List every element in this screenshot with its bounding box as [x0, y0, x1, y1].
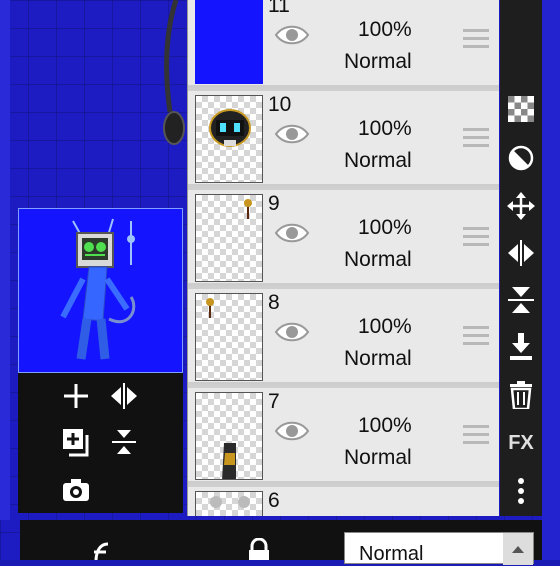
visibility-eye-icon[interactable]	[274, 418, 310, 444]
clipping-icon[interactable]	[86, 538, 116, 561]
delete-icon[interactable]	[504, 378, 538, 412]
fx-label: FX	[508, 431, 534, 454]
layer-number: 6	[268, 489, 280, 512]
left-tool-panel	[18, 373, 183, 513]
layer-opacity[interactable]: 100%	[358, 315, 412, 339]
drag-handle-icon[interactable]	[463, 227, 489, 247]
visibility-eye-icon[interactable]	[274, 22, 310, 48]
move-icon[interactable]	[504, 189, 538, 223]
character-preview-image	[60, 218, 136, 360]
layer-thumbnail	[195, 293, 263, 381]
add-layer-icon[interactable]	[59, 379, 93, 413]
fx-icon[interactable]: FX	[504, 426, 538, 460]
drag-handle-icon[interactable]	[463, 326, 489, 346]
layer-thumbnail	[195, 194, 263, 282]
layer-row[interactable]: 10 100% Normal	[188, 91, 499, 187]
drag-handle-icon[interactable]	[463, 128, 489, 148]
layer-row[interactable]: 6	[188, 487, 499, 516]
layer-blend-mode[interactable]: Normal	[344, 347, 412, 371]
layer-row[interactable]: 9 100% Normal	[188, 190, 499, 286]
layer-thumbnail	[195, 0, 263, 84]
visibility-eye-icon[interactable]	[274, 220, 310, 246]
pin-thumbnail	[206, 298, 214, 318]
layer-opacity[interactable]: 100%	[358, 414, 412, 438]
camera-icon[interactable]	[59, 473, 93, 507]
canvas-edge-right	[542, 0, 560, 560]
layer-number: 11	[268, 0, 290, 17]
visibility-eye-icon[interactable]	[274, 121, 310, 147]
flip-icon[interactable]	[107, 379, 141, 413]
canvas-preview[interactable]	[18, 208, 183, 373]
stroke-thumbnail	[222, 443, 236, 479]
merge-down-icon[interactable]	[504, 330, 538, 364]
layer-number: 8	[268, 291, 280, 314]
pin-thumbnail	[244, 199, 252, 219]
layer-thumbnail	[195, 491, 263, 516]
layer-blend-mode[interactable]: Normal	[344, 248, 412, 272]
dropdown-arrow-icon[interactable]	[503, 533, 533, 565]
transparency-icon[interactable]	[504, 92, 538, 126]
partial-thumbnail	[210, 496, 250, 508]
flip-vertical-icon[interactable]	[504, 283, 538, 317]
flip-horizontal-icon[interactable]	[504, 236, 538, 270]
layer-opacity[interactable]: 100%	[358, 216, 412, 240]
drag-handle-icon[interactable]	[463, 425, 489, 445]
drag-handle-icon[interactable]	[463, 29, 489, 49]
canvas-edge	[0, 0, 10, 520]
merge-icon[interactable]	[107, 425, 141, 459]
layer-number: 10	[268, 93, 292, 116]
layer-thumbnail	[195, 95, 263, 183]
duplicate-layer-icon[interactable]	[59, 425, 93, 459]
lock-icon[interactable]	[246, 537, 272, 560]
layer-row[interactable]: 11 100% Normal	[188, 0, 499, 88]
drawing-headphone-cord	[163, 0, 185, 145]
layer-opacity[interactable]: 100%	[358, 117, 412, 141]
layer-thumbnail	[195, 392, 263, 480]
robot-head-thumbnail	[209, 109, 251, 147]
layer-row[interactable]: 8 100% Normal	[188, 289, 499, 385]
layers-panel: 11 100% Normal 10 100% Normal 9 100% Nor…	[187, 0, 499, 516]
right-toolbar: FX	[500, 0, 542, 516]
layer-number: 9	[268, 192, 280, 215]
blend-mode-value: Normal	[359, 543, 424, 565]
layer-blend-mode[interactable]: Normal	[344, 50, 412, 74]
blend-mode-select[interactable]: Normal	[344, 532, 534, 565]
invert-icon[interactable]	[504, 141, 538, 175]
layer-number: 7	[268, 390, 280, 413]
layer-opacity[interactable]: 100%	[358, 18, 412, 42]
layer-blend-mode[interactable]: Normal	[344, 446, 412, 470]
layer-row[interactable]: 7 100% Normal	[188, 388, 499, 484]
more-icon[interactable]	[504, 474, 538, 508]
visibility-eye-icon[interactable]	[274, 319, 310, 345]
layer-blend-mode[interactable]: Normal	[344, 149, 412, 173]
